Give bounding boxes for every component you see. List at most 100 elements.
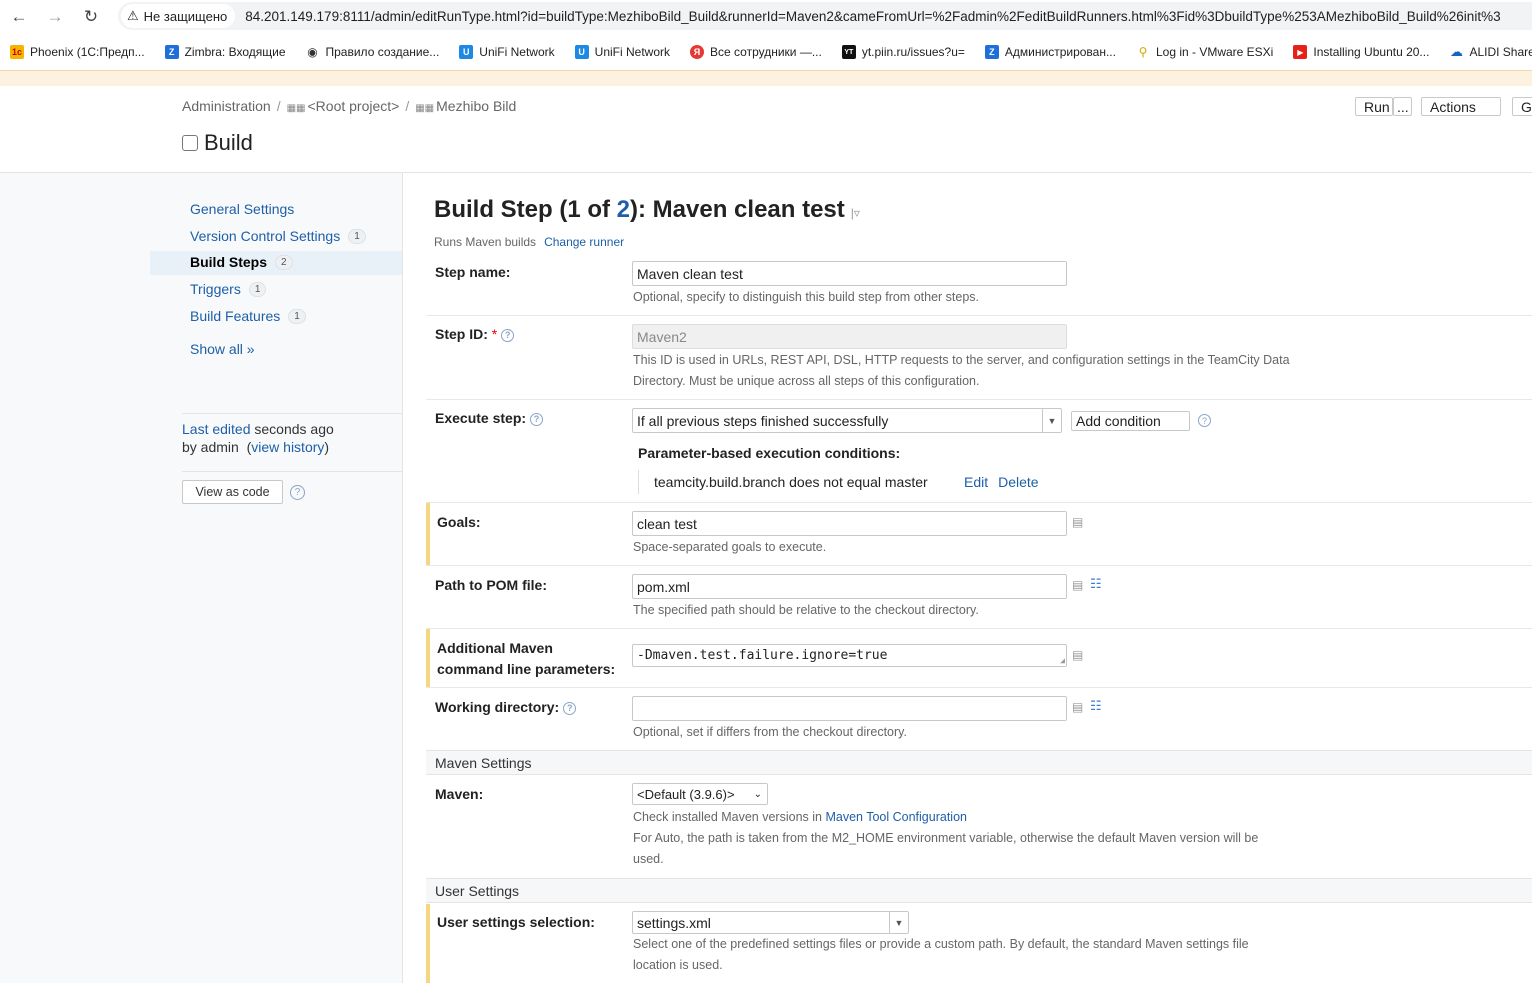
user-settings-label: User settings selection: bbox=[437, 914, 595, 930]
sidebar-item-triggers[interactable]: Triggers 1 bbox=[190, 281, 267, 297]
reload-icon[interactable]: ↻ bbox=[79, 5, 103, 29]
sidebar-item-build-steps[interactable]: Build Steps 2 bbox=[190, 254, 293, 270]
bookmark-favicon-icon: Z bbox=[164, 45, 179, 59]
help-icon[interactable]: ? bbox=[530, 412, 544, 426]
bookmark-item[interactable]: U UniFi Network bbox=[459, 45, 555, 59]
bookmark-item[interactable]: Z Администрирован... bbox=[984, 45, 1116, 59]
help-icon[interactable]: ? bbox=[1198, 414, 1211, 427]
change-runner-link[interactable]: Change runner bbox=[544, 235, 624, 249]
bookmark-item[interactable]: ◉ Правило создание... bbox=[305, 45, 439, 59]
back-arrow-icon[interactable]: ← bbox=[7, 5, 31, 29]
breadcrumb-root-project[interactable]: ▦▦ <Root project> bbox=[287, 98, 400, 114]
user-settings-hint: location is used. bbox=[633, 958, 723, 972]
row-divider bbox=[426, 565, 1532, 566]
maven-hint: Check installed Maven versions in Maven … bbox=[633, 807, 967, 828]
conditions-title: Parameter-based execution conditions: bbox=[638, 445, 901, 461]
bookmark-label: Администрирован... bbox=[1004, 45, 1116, 59]
goals-input[interactable]: clean test bbox=[632, 511, 1067, 536]
user-settings-select[interactable]: settings.xml ▼ bbox=[632, 911, 909, 934]
breadcrumb-project-label: Mezhibo Bild bbox=[436, 98, 517, 114]
sidebar-item-build-features[interactable]: Build Features 1 bbox=[190, 308, 306, 324]
bookmark-favicon-icon: U bbox=[574, 45, 589, 59]
step-title-prefix: Build Step (1 of bbox=[434, 196, 617, 223]
actions-button[interactable]: Actions bbox=[1421, 97, 1501, 116]
bookmark-favicon-icon: U bbox=[459, 45, 474, 59]
bookmark-item[interactable]: ☁ ALIDI Share – bbox=[1449, 44, 1532, 59]
edit-text-icon[interactable]: ▤ bbox=[1072, 648, 1083, 662]
user-settings-section: User Settings bbox=[426, 878, 1532, 903]
execute-step-select[interactable]: If all previous steps finished successfu… bbox=[632, 408, 1062, 433]
bookmark-label: Log in - VMware ESXi bbox=[1155, 45, 1274, 59]
help-icon[interactable]: ? bbox=[501, 328, 515, 342]
bookmark-item[interactable]: 1c Phoenix (1С:Предп... bbox=[10, 45, 145, 59]
url-text[interactable]: 84.201.149.179:8111/admin/editRunType.ht… bbox=[245, 9, 1500, 24]
breadcrumb: Administration / ▦▦ <Root project> / ▦▦ Me… bbox=[182, 98, 516, 114]
breadcrumb-project[interactable]: ▦▦ Mezhibo Bild bbox=[415, 98, 516, 114]
last-edited-link[interactable]: Last edited bbox=[182, 421, 251, 437]
sidebar-divider bbox=[182, 413, 402, 414]
count-badge: 1 bbox=[288, 308, 306, 324]
pom-input[interactable]: pom.xml bbox=[632, 574, 1067, 599]
workdir-input[interactable] bbox=[632, 696, 1067, 721]
notification-strip bbox=[0, 70, 1532, 86]
bookmark-label: Все сотрудники —... bbox=[710, 45, 822, 59]
bookmark-item[interactable]: ⚲ Log in - VMware ESXi bbox=[1135, 45, 1274, 59]
maven-version-select[interactable]: <Default (3.9.6)> ⌄ bbox=[632, 783, 768, 805]
bookmark-item[interactable]: U UniFi Network bbox=[574, 45, 670, 59]
row-divider bbox=[426, 502, 1532, 503]
step-count-link[interactable]: 2 bbox=[617, 196, 630, 223]
run-options-button[interactable]: ... bbox=[1393, 97, 1412, 116]
sidebar-item-general-settings[interactable]: General Settings bbox=[190, 201, 294, 217]
add-condition-button[interactable]: Add condition bbox=[1071, 411, 1190, 431]
bookmark-favicon-icon: ☁ bbox=[1449, 44, 1464, 59]
condition-delete-link[interactable]: Delete bbox=[998, 474, 1038, 490]
run-button[interactable]: Run bbox=[1355, 97, 1393, 116]
user-settings-value: settings.xml bbox=[637, 914, 711, 931]
help-icon[interactable]: ? bbox=[563, 701, 577, 715]
forward-arrow-icon[interactable]: → bbox=[43, 5, 67, 29]
step-id-label-text: Step ID: bbox=[435, 326, 488, 342]
sidebar-item-label: Version Control Settings bbox=[190, 228, 341, 244]
step-name-input[interactable]: Maven clean test bbox=[632, 261, 1067, 286]
edit-text-icon[interactable]: ▤ bbox=[1072, 515, 1083, 529]
edit-text-icon[interactable]: ▤ bbox=[1072, 578, 1083, 592]
workdir-hint: Optional, set if differs from the checko… bbox=[633, 725, 907, 739]
sidebar-item-version-control[interactable]: Version Control Settings 1 bbox=[190, 228, 366, 244]
chevron-down-icon: ⌄ bbox=[753, 788, 762, 800]
vcs-tree-icon[interactable]: ☷ bbox=[1090, 698, 1102, 714]
step-id-hint: This ID is used in URLs, REST API, DSL, … bbox=[633, 353, 1290, 367]
vcs-tree-icon[interactable]: ☷ bbox=[1090, 576, 1102, 592]
condition-edit-link[interactable]: Edit bbox=[964, 474, 988, 490]
condition-item: teamcity.build.branch does not equal mas… bbox=[638, 470, 928, 494]
view-history-link[interactable]: view history bbox=[251, 439, 324, 455]
count-badge: 1 bbox=[348, 228, 366, 244]
last-edited-info: Last edited seconds ago by admin (view h… bbox=[182, 421, 334, 455]
bookmark-item[interactable]: YT yt.piin.ru/issues?u= bbox=[841, 45, 965, 59]
security-chip[interactable]: ⚠ Не защищено bbox=[121, 4, 236, 28]
bookmark-label: Phoenix (1С:Предп... bbox=[30, 45, 145, 59]
breadcrumb-administration[interactable]: Administration bbox=[182, 98, 271, 114]
help-icon[interactable]: ? bbox=[290, 485, 305, 500]
view-as-code-button[interactable]: View as code bbox=[182, 480, 283, 504]
chevron-down-icon[interactable]: |▿ bbox=[851, 206, 860, 220]
go-button[interactable]: Go bbox=[1512, 97, 1532, 116]
bookmark-favicon-icon: Z bbox=[984, 45, 999, 59]
bookmark-item[interactable]: Z Zimbra: Входящие bbox=[164, 45, 286, 59]
resize-handle-icon[interactable]: ◢ bbox=[1060, 656, 1065, 665]
bookmark-item[interactable]: ▶ Installing Ubuntu 20... bbox=[1293, 45, 1429, 59]
sidebar-show-all-link[interactable]: Show all » bbox=[190, 341, 255, 357]
execute-step-value: If all previous steps finished successfu… bbox=[637, 412, 889, 429]
bookmarks-bar: 1c Phoenix (1С:Предп... Z Zimbra: Входящие… bbox=[0, 38, 1532, 66]
page-title: Build bbox=[182, 130, 253, 156]
step-id-input: Maven2 bbox=[632, 324, 1067, 349]
edit-text-icon[interactable]: ▤ bbox=[1072, 700, 1083, 714]
bookmark-item[interactable]: Я Все сотрудники —... bbox=[690, 45, 822, 59]
user-settings-hint: Select one of the predefined settings fi… bbox=[633, 937, 1249, 951]
params-input[interactable]: -Dmaven.test.failure.ignore=true ◢ bbox=[632, 644, 1067, 667]
bookmark-favicon-icon: 1c bbox=[10, 45, 24, 59]
edited-by: by admin bbox=[182, 439, 239, 455]
execute-step-label-text: Execute step: bbox=[435, 410, 527, 426]
address-bar[interactable]: ⚠ Не защищено 84.201.149.179:8111/admin/… bbox=[118, 2, 1532, 30]
maven-tool-config-link[interactable]: Maven Tool Configuration bbox=[825, 810, 967, 824]
chevron-down-icon: ▼ bbox=[1042, 409, 1061, 432]
